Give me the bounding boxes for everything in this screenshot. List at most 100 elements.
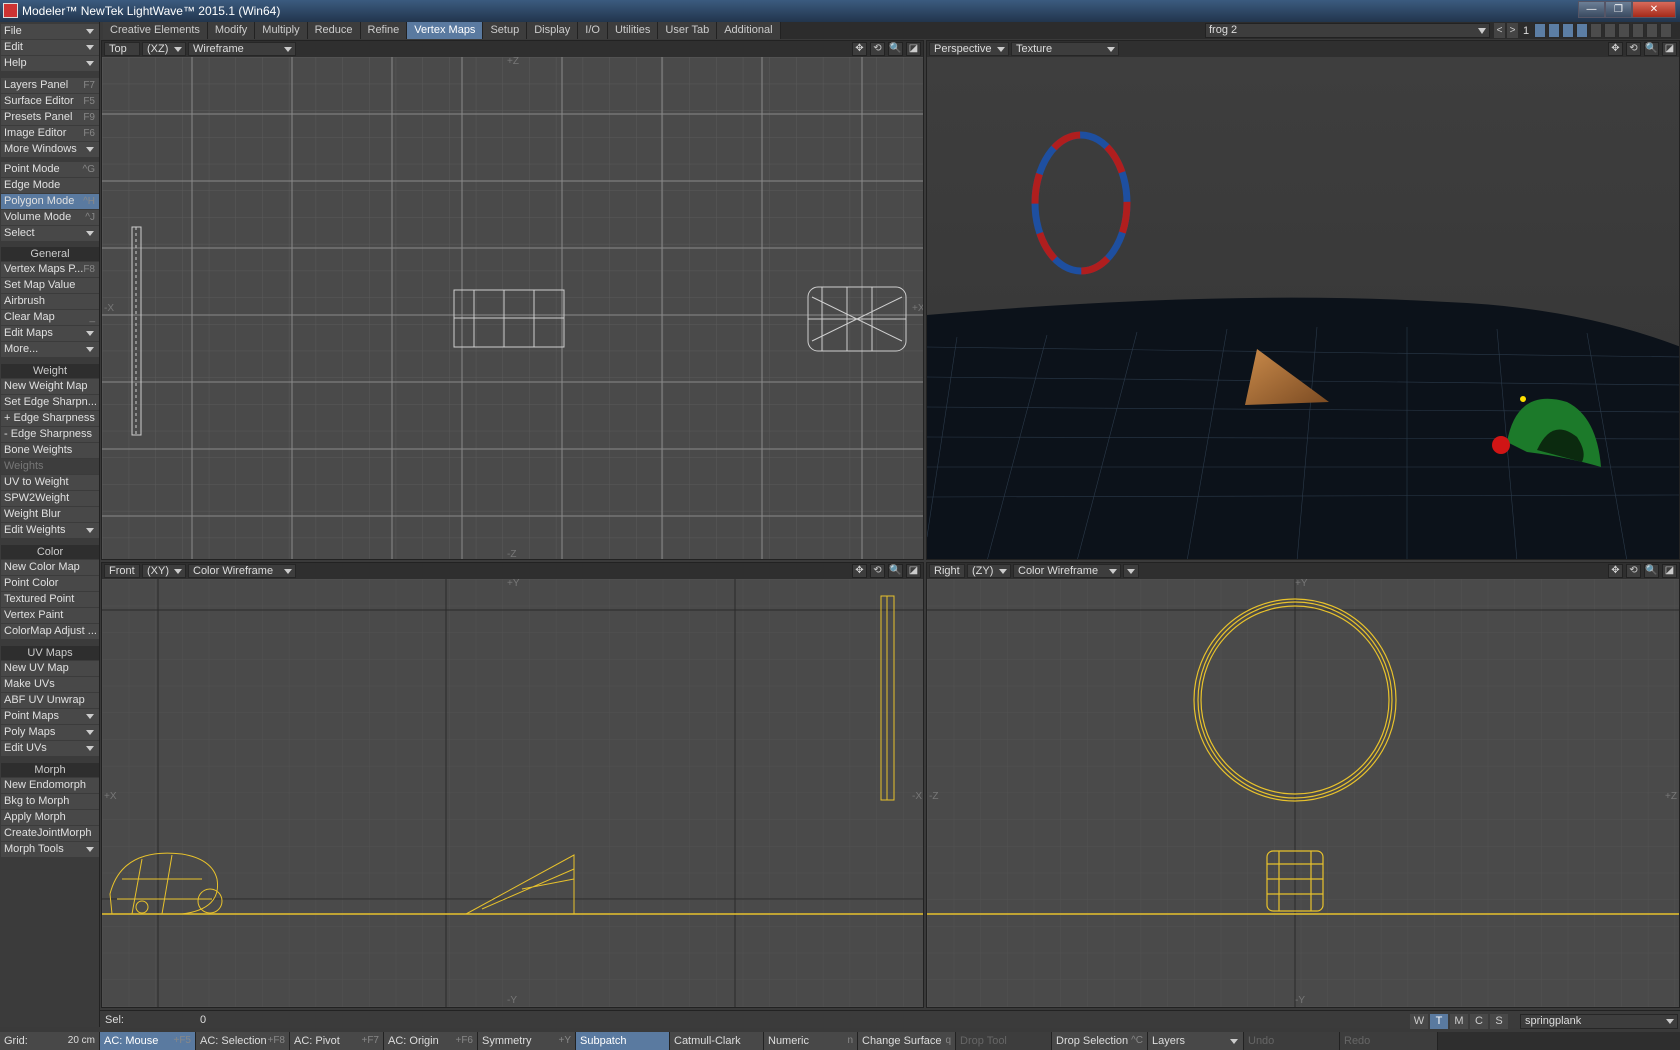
zoom-view-icon[interactable]: 🔍 (1644, 42, 1659, 56)
sidebar-item-layers-panel[interactable]: Layers Panel F7 (1, 78, 99, 93)
bottom-catmull-clark-button[interactable]: Catmull-Clark (670, 1032, 764, 1050)
sidebar-item-edit-maps[interactable]: Edit Maps (1, 326, 99, 341)
sidebar-item-help[interactable]: Help (1, 56, 99, 71)
sidebar-item-image-editor[interactable]: Image Editor F6 (1, 126, 99, 141)
layer-slot[interactable] (1576, 23, 1588, 38)
render-mode-select[interactable]: Texture (1011, 42, 1119, 56)
layer-prev-button[interactable]: < (1494, 23, 1505, 38)
wtmcs-w-button[interactable]: W (1410, 1014, 1428, 1029)
tab-reduce[interactable]: Reduce (307, 22, 361, 39)
sidebar-item-more-windows[interactable]: More Windows (1, 142, 99, 157)
layer-slot[interactable] (1562, 23, 1574, 38)
rotate-view-icon[interactable]: ⟲ (1626, 42, 1641, 56)
sidebar-item-surface-editor[interactable]: Surface Editor F5 (1, 94, 99, 109)
sidebar-item-polygon-mode[interactable]: Polygon Mode ^H (1, 194, 99, 209)
axis-select[interactable]: (ZY) (967, 564, 1011, 578)
sidebar-item-point-color[interactable]: Point Color (1, 576, 99, 591)
tab-i-o[interactable]: I/O (578, 22, 608, 39)
tab-additional[interactable]: Additional (717, 22, 781, 39)
viewport-right[interactable]: Right (ZY) Color Wireframe ✥ ⟲ 🔍 ◪ +Y -Y… (926, 562, 1680, 1008)
layer-next-button[interactable]: > (1507, 23, 1518, 38)
sidebar-item-poly-maps[interactable]: Poly Maps (1, 725, 99, 740)
sidebar-item-airbrush[interactable]: Airbrush (1, 294, 99, 309)
zoom-view-icon[interactable]: 🔍 (888, 564, 903, 578)
bottom-numeric-button[interactable]: Numeric n (764, 1032, 858, 1050)
rotate-view-icon[interactable]: ⟲ (870, 42, 885, 56)
wtmcs-s-button[interactable]: S (1490, 1014, 1508, 1029)
render-mode-select[interactable]: Color Wireframe (1013, 564, 1121, 578)
move-view-icon[interactable]: ✥ (852, 42, 867, 56)
sidebar-item-morph-tools[interactable]: Morph Tools (1, 842, 99, 857)
tab-display[interactable]: Display (527, 22, 579, 39)
bottom-ac-pivot-button[interactable]: AC: Pivot +F7 (290, 1032, 384, 1050)
bottom-ac-mouse-button[interactable]: AC: Mouse +F5 (100, 1032, 196, 1050)
tab-creative-elements[interactable]: Creative Elements (103, 22, 208, 39)
sidebar-item-colormap-adjust[interactable]: ColorMap Adjust ... (1, 624, 99, 639)
minimize-button[interactable]: — (1578, 1, 1605, 18)
bottom-ac-selection-button[interactable]: AC: Selection +F8 (196, 1032, 290, 1050)
viewport-perspective[interactable]: Perspective Texture ✥ ⟲ 🔍 ◪ (926, 40, 1680, 560)
sidebar-item-point-maps[interactable]: Point Maps (1, 709, 99, 724)
bottom-ac-origin-button[interactable]: AC: Origin +F6 (384, 1032, 478, 1050)
layer-slot[interactable] (1548, 23, 1560, 38)
sidebar-item-clear-map[interactable]: Clear Map _ (1, 310, 99, 325)
tab-refine[interactable]: Refine (360, 22, 408, 39)
axis-select[interactable]: (XZ) (142, 42, 186, 56)
sidebar-item-weight-blur[interactable]: Weight Blur (1, 507, 99, 522)
sidebar-item-spw2weight[interactable]: SPW2Weight (1, 491, 99, 506)
sidebar-item-more[interactable]: More... (1, 342, 99, 357)
sidebar-item-set-map-value[interactable]: Set Map Value (1, 278, 99, 293)
sidebar-item--edge-sharpness[interactable]: + Edge Sharpness (1, 411, 99, 426)
sidebar-item-new-color-map[interactable]: New Color Map (1, 560, 99, 575)
tab-utilities[interactable]: Utilities (607, 22, 659, 39)
bottom-drop-selection-button[interactable]: Drop Selection ^C (1052, 1032, 1148, 1050)
zoom-view-icon[interactable]: 🔍 (888, 42, 903, 56)
tab-setup[interactable]: Setup (483, 22, 528, 39)
sidebar-item-bone-weights[interactable]: Bone Weights (1, 443, 99, 458)
layer-slot[interactable] (1632, 23, 1644, 38)
sidebar-item-point-mode[interactable]: Point Mode ^G (1, 162, 99, 177)
options-dropdown[interactable] (1123, 564, 1139, 578)
move-view-icon[interactable]: ✥ (852, 564, 867, 578)
maximize-view-icon[interactable]: ◪ (906, 564, 921, 578)
sidebar-item-apply-morph[interactable]: Apply Morph (1, 810, 99, 825)
sidebar-item-new-uv-map[interactable]: New UV Map (1, 661, 99, 676)
viewport-top[interactable]: Top (XZ) Wireframe ✥ ⟲ 🔍 ◪ +Z -Z -X +X (101, 40, 924, 560)
sidebar-item-presets-panel[interactable]: Presets Panel F9 (1, 110, 99, 125)
surface-selector[interactable]: springplank (1520, 1014, 1678, 1029)
wtmcs-m-button[interactable]: M (1450, 1014, 1468, 1029)
move-view-icon[interactable]: ✥ (1608, 42, 1623, 56)
tab-vertex-maps[interactable]: Vertex Maps (407, 22, 484, 39)
zoom-view-icon[interactable]: 🔍 (1644, 564, 1659, 578)
sidebar-item-abf-uv-unwrap[interactable]: ABF UV Unwrap (1, 693, 99, 708)
tab-user-tab[interactable]: User Tab (658, 22, 718, 39)
bottom-subpatch-button[interactable]: Subpatch (576, 1032, 670, 1050)
sidebar-item-vertex-paint[interactable]: Vertex Paint (1, 608, 99, 623)
view-type-select[interactable]: Right (929, 564, 965, 578)
maximize-view-icon[interactable]: ◪ (906, 42, 921, 56)
render-mode-select[interactable]: Wireframe (188, 42, 296, 56)
viewport-front[interactable]: Front (XY) Color Wireframe ✥ ⟲ 🔍 ◪ +Y -Y… (101, 562, 924, 1008)
layer-slot[interactable] (1618, 23, 1630, 38)
sidebar-item-volume-mode[interactable]: Volume Mode ^J (1, 210, 99, 225)
tab-multiply[interactable]: Multiply (255, 22, 308, 39)
view-type-select[interactable]: Perspective (929, 42, 1009, 56)
maximize-view-icon[interactable]: ◪ (1662, 42, 1677, 56)
close-button[interactable]: ✕ (1632, 1, 1676, 18)
view-type-select[interactable]: Top (104, 42, 140, 56)
sidebar-item-file[interactable]: File (1, 24, 99, 39)
tab-modify[interactable]: Modify (207, 22, 256, 39)
sidebar-item-vertex-maps-p[interactable]: Vertex Maps P... F8 (1, 262, 99, 277)
sidebar-item-make-uvs[interactable]: Make UVs (1, 677, 99, 692)
sidebar-item-select[interactable]: Select (1, 226, 99, 241)
rotate-view-icon[interactable]: ⟲ (870, 564, 885, 578)
sidebar-item-set-edge-sharpn[interactable]: Set Edge Sharpn... (1, 395, 99, 410)
sidebar-item-edit-uvs[interactable]: Edit UVs (1, 741, 99, 756)
layer-slot[interactable] (1534, 23, 1546, 38)
layer-slot[interactable] (1660, 23, 1672, 38)
sidebar-item--edge-sharpness[interactable]: - Edge Sharpness (1, 427, 99, 442)
bottom-symmetry-button[interactable]: Symmetry +Y (478, 1032, 576, 1050)
render-mode-select[interactable]: Color Wireframe (188, 564, 296, 578)
sidebar-item-textured-point[interactable]: Textured Point (1, 592, 99, 607)
wtmcs-c-button[interactable]: C (1470, 1014, 1488, 1029)
